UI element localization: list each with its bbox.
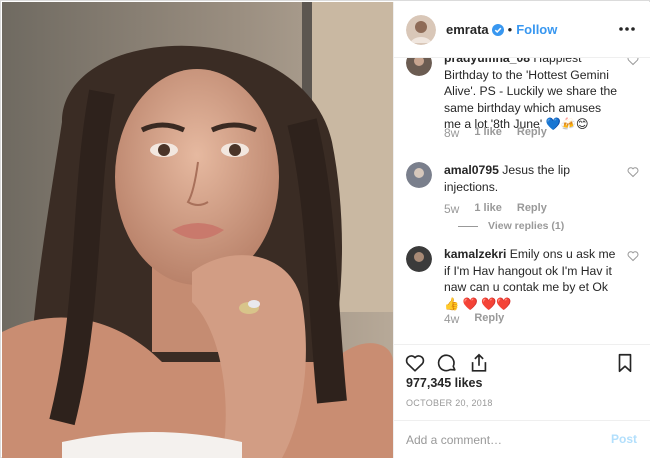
post-photo[interactable] [2,2,393,458]
post-header: emrata • Follow [394,2,650,58]
comment-likes[interactable]: 1 like [474,202,502,216]
comment-body: amal0795 Jesus the lip injections. [444,162,620,195]
comment-likes[interactable]: 1 like [474,126,502,140]
reply-button[interactable]: Reply [517,126,547,140]
verified-badge-icon [491,23,504,36]
likes-count[interactable]: 977,345 likes [406,376,482,390]
commenter-username[interactable]: kamalzekri [444,247,506,261]
more-options-icon[interactable] [617,19,637,39]
comment-like-icon[interactable] [627,58,639,66]
header-separator: • [507,22,513,37]
comment-like-icon[interactable] [627,166,639,178]
instagram-post-modal: emrata • Follow pradyumna_08 Happiest Bi… [0,0,650,458]
post-comment-button[interactable]: Post [611,432,637,446]
comment-item: pradyumna_08 Happiest Birthday to the 'H… [406,58,641,150]
comment-composer: Post [394,420,650,458]
share-icon[interactable] [468,352,490,374]
commenter-avatar[interactable] [406,246,432,272]
view-replies-button[interactable]: View replies (1) [458,220,564,232]
comment-body: pradyumna_08 Happiest Birthday to the 'H… [444,58,620,133]
add-comment-input[interactable] [406,432,596,448]
heart-icon[interactable] [404,352,426,374]
comment-icon[interactable] [436,352,458,374]
action-bar [394,344,650,378]
comment-age: 4w [444,312,460,326]
commenter-avatar[interactable] [406,58,432,76]
comment-text: Happiest Birthday to the 'Hottest Gemini… [444,58,618,131]
comments-list[interactable]: pradyumna_08 Happiest Birthday to the 'H… [394,58,650,344]
comment-body: kamalzekri Emily ons u ask me if I'm Hav… [444,246,620,312]
replies-divider [458,225,478,227]
commenter-username[interactable]: pradyumna_08 [444,58,530,65]
comment-meta: 8w 1 like Reply [444,126,547,140]
author-avatar[interactable] [406,14,436,45]
post-sidebar: emrata • Follow pradyumna_08 Happiest Bi… [393,2,650,458]
bookmark-icon[interactable] [614,352,636,374]
commenter-username[interactable]: amal0795 [444,163,499,177]
reply-button[interactable]: Reply [517,202,547,216]
post-date: OCTOBER 20, 2018 [406,398,493,408]
view-replies-label: View replies (1) [488,220,565,232]
comment-meta: 4w Reply [444,312,504,326]
comment-item: kamalzekri Emily ons u ask me if I'm Hav… [406,246,641,336]
comment-age: 8w [444,126,460,140]
comment-like-icon[interactable] [627,250,639,262]
comment-meta: 5w 1 like Reply [444,202,547,216]
comment-item: amal0795 Jesus the lip injections. 5w 1 … [406,162,641,238]
reply-button[interactable]: Reply [474,312,504,326]
follow-button[interactable]: Follow [516,22,557,37]
comment-age: 5w [444,202,460,216]
commenter-avatar[interactable] [406,162,432,188]
author-username[interactable]: emrata [446,22,489,37]
